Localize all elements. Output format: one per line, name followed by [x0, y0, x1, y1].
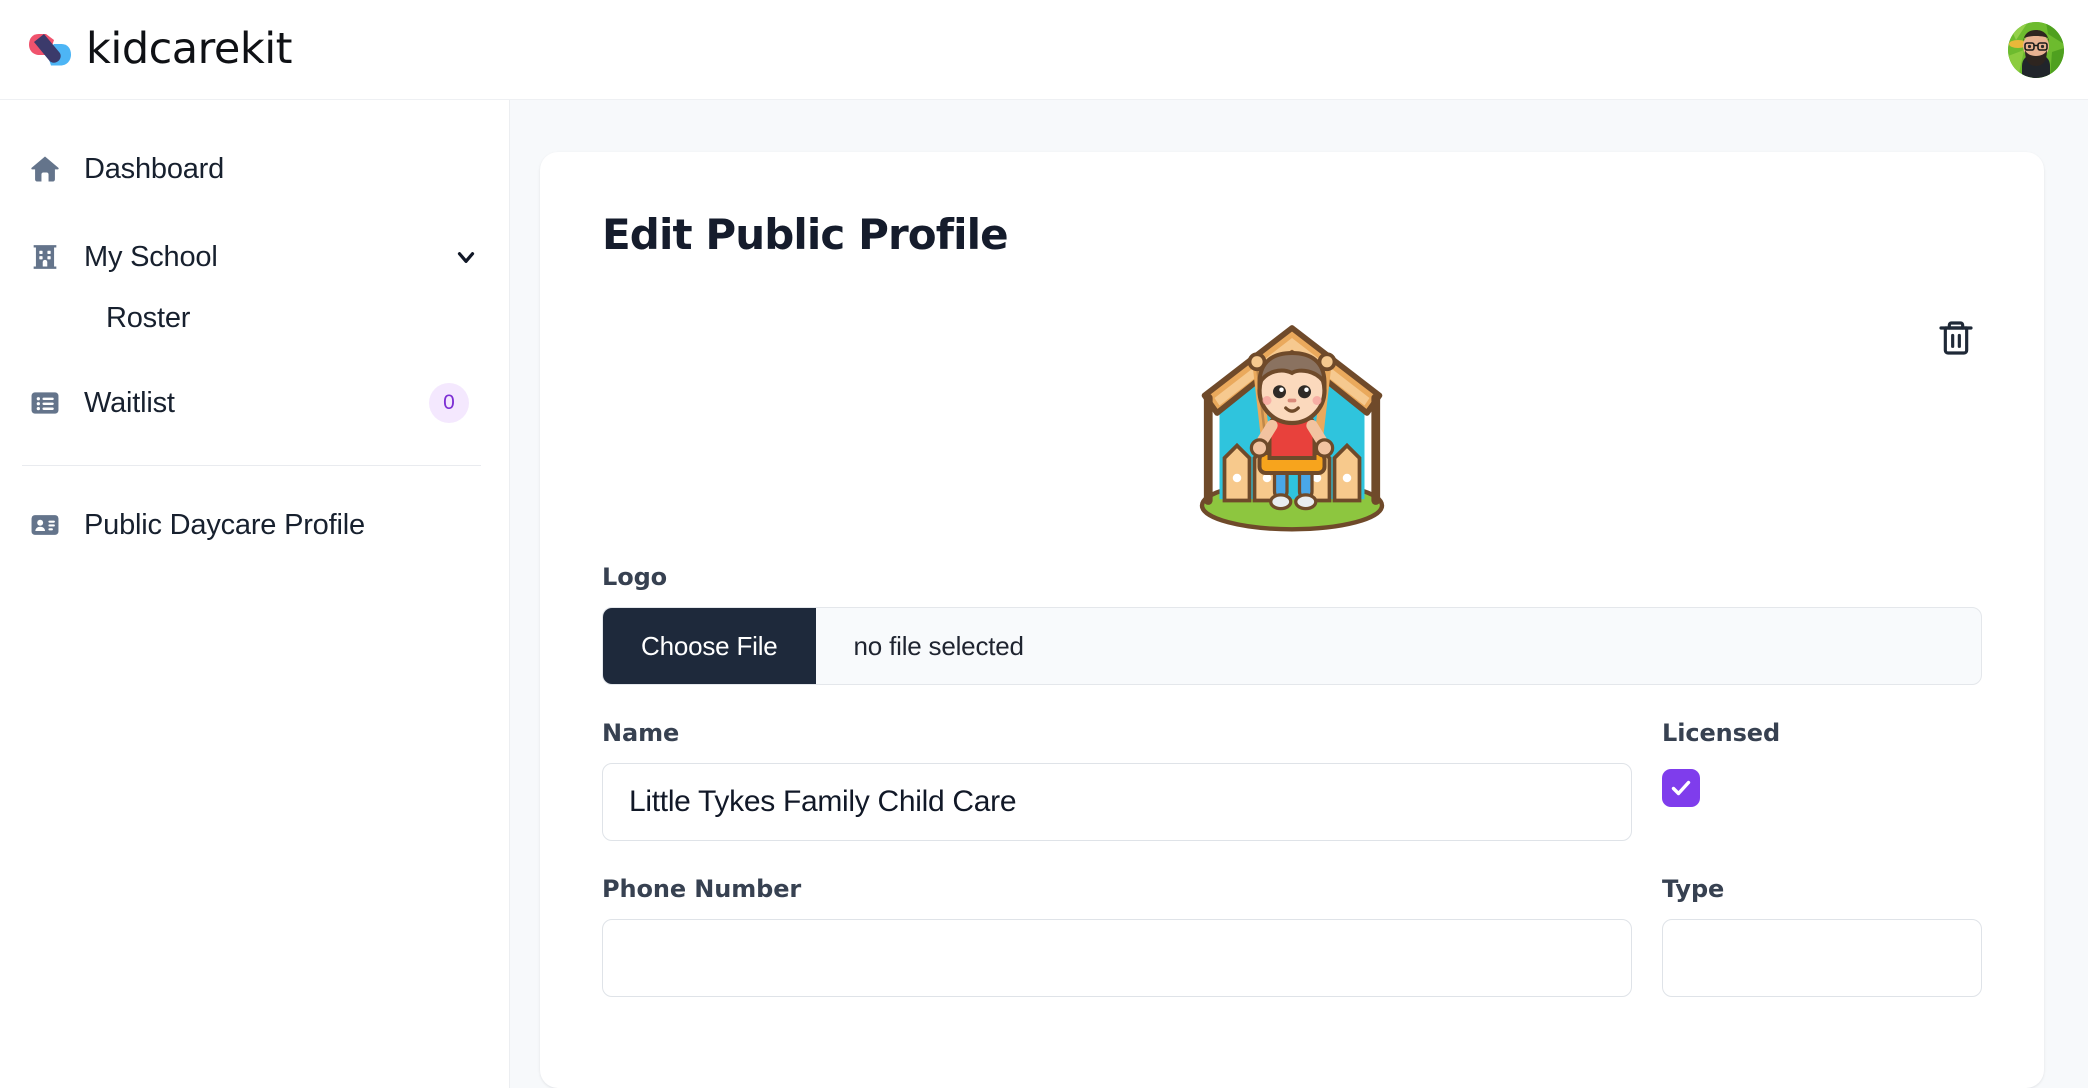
licensed-checkbox[interactable] — [1662, 769, 1700, 807]
type-label: Type — [1662, 875, 1725, 903]
choose-file-button[interactable]: Choose File — [603, 608, 816, 684]
phone-input[interactable] — [602, 919, 1632, 997]
nav-spacer-1 — [0, 200, 509, 226]
name-label: Name — [602, 719, 680, 747]
kidcarekit-mark-icon — [29, 33, 71, 65]
type-field: Type — [1662, 875, 1982, 997]
logo-field: Logo Choose File no file selected — [602, 563, 1982, 685]
phone-field: Phone Number — [602, 875, 1632, 997]
name-input[interactable] — [602, 763, 1632, 841]
licensed-field: Licensed — [1662, 719, 1982, 841]
trash-icon — [1939, 321, 1973, 355]
sidebar-divider — [22, 465, 481, 466]
file-status-text: no file selected — [853, 630, 1024, 661]
licensed-label: Licensed — [1662, 719, 1781, 747]
list-icon — [31, 392, 59, 414]
logo-preview-row — [602, 293, 1982, 563]
nav-spacer-2 — [0, 349, 509, 369]
brand-name: kidcarekit — [86, 24, 293, 74]
logo-label: Logo — [602, 563, 668, 591]
body-layout: Dashboard My School Roster Waitlist 0 Pu… — [0, 100, 2088, 1088]
building-icon — [33, 245, 57, 269]
page-title: Edit Public Profile — [602, 210, 1009, 259]
main-content: Edit Public Profile Logo Choose File no … — [510, 100, 2088, 1088]
home-icon — [31, 156, 59, 182]
name-field: Name — [602, 719, 1632, 841]
chevron-down-icon[interactable] — [453, 244, 479, 270]
sidebar-item-my-school[interactable]: My School — [0, 226, 509, 288]
daycare-logo-image — [1199, 325, 1385, 532]
edit-public-profile-card: Edit Public Profile Logo Choose File no … — [540, 152, 2044, 1088]
top-bar: kidcarekit — [0, 0, 2088, 100]
sidebar: Dashboard My School Roster Waitlist 0 Pu… — [0, 100, 510, 1088]
sidebar-item-label: Waitlist — [84, 386, 175, 419]
avatar-image — [2008, 21, 2064, 78]
phone-label: Phone Number — [602, 875, 802, 903]
logo-file-input[interactable]: Choose File no file selected — [602, 607, 1982, 685]
brand-logo[interactable]: kidcarekit — [28, 24, 293, 74]
sidebar-item-dashboard[interactable]: Dashboard — [0, 138, 509, 200]
check-icon — [1671, 780, 1691, 796]
sidebar-subitem-label: Roster — [106, 302, 191, 334]
type-select[interactable] — [1662, 919, 1982, 997]
phone-type-row: Phone Number Type — [602, 875, 1982, 997]
waitlist-count-badge: 0 — [429, 383, 469, 423]
sidebar-item-waitlist[interactable]: Waitlist 0 — [0, 369, 509, 437]
sidebar-item-roster[interactable]: Roster — [78, 288, 509, 349]
avatar[interactable] — [2008, 21, 2064, 78]
id-card-icon — [31, 515, 59, 535]
sidebar-item-label: My School — [84, 240, 218, 273]
sidebar-item-public-daycare-profile[interactable]: Public Daycare Profile — [0, 494, 509, 556]
delete-logo-button[interactable] — [1936, 315, 1982, 361]
name-licensed-row: Name Licensed — [602, 719, 1982, 841]
sidebar-item-label: Dashboard — [84, 152, 225, 185]
app-root: kidcarekit Dashboard My School Roster Wa… — [0, 0, 2088, 1088]
sidebar-item-label: Public Daycare Profile — [84, 508, 365, 541]
